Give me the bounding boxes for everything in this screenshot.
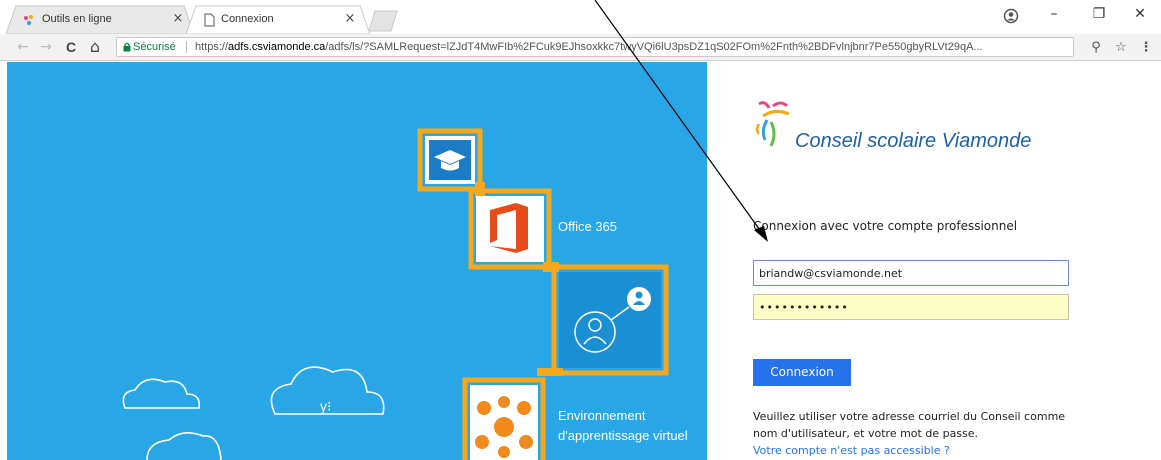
password-field[interactable]: •••••••••••• — [753, 294, 1069, 320]
url-path: /adfs/ls/?SAMLRequest=lZJdT4MwFIb%2FCuk9… — [325, 41, 983, 53]
cloud-text: y⁝ — [320, 398, 332, 414]
office-365-label: Office 365 — [558, 219, 618, 234]
environment-label: Environnement — [558, 408, 646, 423]
new-tab-button[interactable] — [368, 10, 398, 32]
tab-connexion[interactable]: Connexion × — [186, 5, 370, 34]
login-heading: Connexion avec votre compte professionne… — [753, 219, 1018, 233]
viamonde-favicon-icon — [24, 15, 33, 25]
virtual-learning-label: d'apprentissage virtuel — [558, 428, 688, 443]
home-button[interactable]: ⌂ — [86, 38, 104, 56]
close-icon[interactable]: × — [342, 11, 358, 26]
extension-icon[interactable]: ⚲ — [1088, 40, 1104, 56]
tab-label: Connexion — [221, 13, 274, 25]
cloud-icons — [122, 366, 385, 460]
menu-icon[interactable]: ⋮ — [1138, 40, 1154, 56]
tab-label: Outils en ligne — [42, 13, 112, 25]
secure-label: Sécurisé — [133, 41, 176, 53]
lock-icon — [123, 42, 131, 52]
tile-connector — [475, 182, 485, 198]
star-icon[interactable]: ☆ — [1113, 40, 1129, 56]
browser-toolbar: ← → C ⌂ Sécurisé https://adfs.csviamonde… — [0, 34, 1161, 61]
help-text: Veuillez utiliser votre adresse courriel… — [753, 410, 1066, 440]
document-icon — [204, 13, 215, 27]
url-host: adfs.csviamonde.ca — [228, 41, 326, 53]
login-panel: Conseil scolaire Viamonde Connexion avec… — [707, 62, 1161, 460]
tab-outils-en-ligne[interactable]: Outils en ligne × — [6, 5, 194, 34]
back-button[interactable]: ← — [14, 38, 32, 56]
tab-strip: Outils en ligne × Connexion × – ❐ ✕ — [0, 0, 1161, 34]
reload-button[interactable]: C — [62, 38, 80, 56]
profile-tile-fill — [559, 272, 661, 368]
hero-panel: Office 365 Environnement d'apprentissage… — [7, 62, 707, 460]
address-bar[interactable]: Sécurisé https://adfs.csviamonde.ca/adfs… — [116, 37, 1074, 57]
tile-connector — [537, 368, 563, 376]
tile-connector — [543, 262, 559, 272]
email-field[interactable]: briandw@csviamonde.net — [753, 260, 1069, 286]
forward-button[interactable]: → — [37, 38, 55, 56]
url-scheme: https:// — [195, 41, 229, 53]
connexion-button[interactable]: Connexion — [753, 359, 851, 386]
hero-illustration — [122, 128, 669, 460]
account-not-accessible-link[interactable]: Votre compte n'est pas accessible ? — [753, 442, 1073, 459]
profile-icon[interactable] — [1003, 8, 1019, 24]
brand-name: Conseil scolaire Viamonde — [795, 130, 1032, 152]
help-block: Veuillez utiliser votre adresse courriel… — [753, 408, 1073, 459]
close-window-button[interactable]: ✕ — [1128, 6, 1152, 26]
close-icon[interactable]: × — [170, 11, 186, 26]
address-separator — [186, 41, 187, 53]
url-text: https://adfs.csviamonde.ca/adfs/ls/?SAML… — [195, 41, 1065, 53]
restore-button[interactable]: ❐ — [1087, 6, 1111, 26]
viamonde-logo-icon — [755, 101, 790, 147]
minimize-button[interactable]: – — [1042, 6, 1066, 26]
